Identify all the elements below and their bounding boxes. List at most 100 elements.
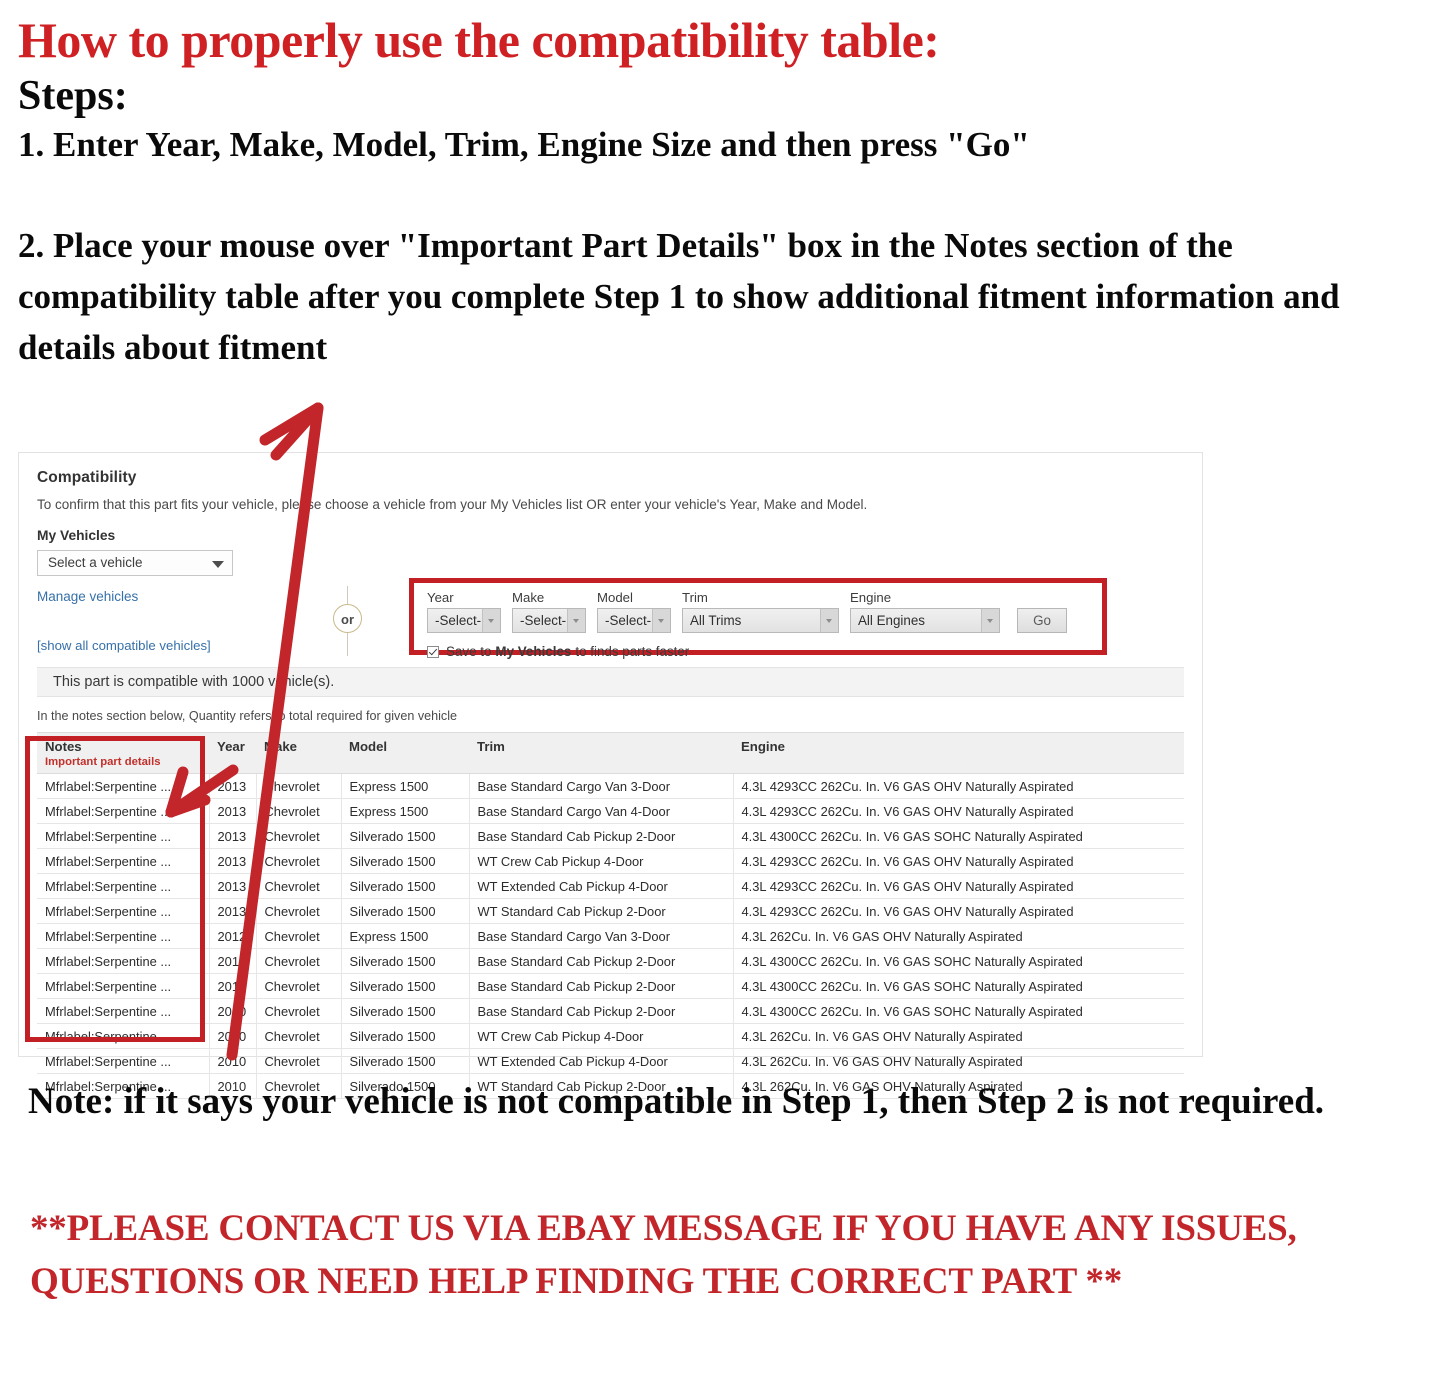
save-bold-label: My Vehicles [495,644,572,659]
cell-notes[interactable]: Mfrlabel:Serpentine ... [37,1023,210,1049]
cell-trim: WT Extended Cab Pickup 4-Door [469,873,734,899]
table-row: Mfrlabel:Serpentine ... 2012 Chevrolet Silv… [37,948,1184,974]
table-row: Mfrlabel:Serpentine ... 2010 Chevrolet Silv… [37,1048,1184,1074]
column-header-year[interactable]: Year [209,732,256,774]
save-to-my-vehicles-checkbox[interactable] [427,645,439,658]
cell-trim: Base Standard Cab Pickup 2-Door [469,973,734,999]
or-divider-label: or [333,604,362,633]
cell-make: Chevrolet [256,998,342,1024]
cell-model: Silverado 1500 [341,848,470,874]
cell-year: 2010 [209,998,257,1024]
cell-engine: 4.3L 4293CC 262Cu. In. V6 GAS OHV Natura… [733,898,1184,924]
go-button[interactable]: Go [1017,608,1067,633]
column-header-make[interactable]: Make [256,732,341,774]
important-part-details-label[interactable]: Important part details [45,756,201,768]
table-row: Mfrlabel:Serpentine ... 2011 Chevrolet Silv… [37,973,1184,999]
cell-trim: WT Standard Cab Pickup 2-Door [469,898,734,924]
engine-select[interactable]: All Engines [850,608,1000,633]
cell-year: 2010 [209,1048,257,1074]
engine-field: Engine All Engines [850,590,1000,633]
page-title: How to properly use the compatibility ta… [18,12,940,68]
cell-engine: 4.3L 4293CC 262Cu. In. V6 GAS OHV Natura… [733,798,1184,824]
chevron-down-icon [820,609,838,632]
year-select[interactable]: -Select- [427,608,501,633]
cell-notes[interactable]: Mfrlabel:Serpentine ... [37,1048,210,1074]
cell-make: Chevrolet [256,848,342,874]
cell-model: Express 1500 [341,798,470,824]
cell-model: Express 1500 [341,923,470,949]
cell-model: Silverado 1500 [341,998,470,1024]
manage-vehicles-link[interactable]: Manage vehicles [37,589,267,604]
year-label: Year [427,590,454,605]
cell-model: Silverado 1500 [341,823,470,849]
cell-notes[interactable]: Mfrlabel:Serpentine ... [37,848,210,874]
table-row: Mfrlabel:Serpentine ... 2010 Chevrolet Silv… [37,1023,1184,1049]
column-header-notes[interactable]: Notes Important part details [37,732,209,774]
footer-contact-message: **PLEASE CONTACT US VIA EBAY MESSAGE IF … [30,1208,1297,1302]
cell-notes[interactable]: Mfrlabel:Serpentine ... [37,823,210,849]
table-row: Mfrlabel:Serpentine ... 2012 Chevrolet Expr… [37,923,1184,949]
cell-notes[interactable]: Mfrlabel:Serpentine ... [37,923,210,949]
model-label: Model [597,590,633,605]
cell-notes[interactable]: Mfrlabel:Serpentine ... [37,798,210,824]
my-vehicles-select[interactable]: Select a vehicle [37,550,233,576]
cell-trim: WT Crew Cab Pickup 4-Door [469,848,734,874]
cell-engine: 4.3L 4293CC 262Cu. In. V6 GAS OHV Natura… [733,773,1184,799]
column-header-engine[interactable]: Engine [733,732,1184,774]
cell-notes[interactable]: Mfrlabel:Serpentine ... [37,973,210,999]
trim-select[interactable]: All Trims [682,608,839,633]
cell-model: Silverado 1500 [341,873,470,899]
steps-heading: Steps: [18,73,128,119]
table-header-row: Notes Important part details Year Make M… [37,732,1184,774]
engine-select-value: All Engines [858,613,925,628]
model-field: Model -Select- [597,590,671,633]
table-row: Mfrlabel:Serpentine ... 2013 Chevrolet Silv… [37,848,1184,874]
cell-model: Silverado 1500 [341,1023,470,1049]
trim-label: Trim [682,590,708,605]
step-one-text: 1. Enter Year, Make, Model, Trim, Engine… [18,125,1030,165]
table-row: Mfrlabel:Serpentine ... 2010 Chevrolet Silv… [37,998,1184,1024]
column-header-trim[interactable]: Trim [469,732,733,774]
save-suffix-label: to finds parts faster [575,644,690,659]
trim-select-value: All Trims [690,613,742,628]
cell-engine: 4.3L 4300CC 262Cu. In. V6 GAS SOHC Natur… [733,948,1184,974]
cell-model: Silverado 1500 [341,948,470,974]
cell-make: Chevrolet [256,973,342,999]
cell-make: Chevrolet [256,1023,342,1049]
cell-trim: Base Standard Cargo Van 4-Door [469,798,734,824]
cell-year: 2012 [209,948,257,974]
cell-model: Express 1500 [341,773,470,799]
cell-engine: 4.3L 4300CC 262Cu. In. V6 GAS SOHC Natur… [733,823,1184,849]
arrow-head-up-right [259,402,324,446]
cell-make: Chevrolet [256,923,342,949]
cell-notes[interactable]: Mfrlabel:Serpentine ... [37,773,210,799]
compatibility-subtitle: To confirm that this part fits your vehi… [37,497,868,512]
cell-make: Chevrolet [256,798,342,824]
make-select[interactable]: -Select- [512,608,586,633]
cell-notes[interactable]: Mfrlabel:Serpentine ... [37,998,210,1024]
model-select[interactable]: -Select- [597,608,671,633]
compatibility-table-body: Mfrlabel:Serpentine ... 2013 Chevrolet Expr… [37,773,1184,1099]
cell-make: Chevrolet [256,898,342,924]
column-header-model[interactable]: Model [341,732,469,774]
model-select-value: -Select- [605,613,652,628]
cell-trim: Base Standard Cargo Van 3-Door [469,773,734,799]
save-to-my-vehicles-row[interactable]: Save to My Vehicles to finds parts faste… [427,644,1107,659]
my-vehicles-select-value: Select a vehicle [48,555,143,570]
compatibility-panel: Compatibility To confirm that this part … [18,452,1203,1099]
chevron-down-icon [981,609,999,632]
cell-engine: 4.3L 262Cu. In. V6 GAS OHV Naturally Asp… [733,923,1184,949]
table-row: Mfrlabel:Serpentine ... 2013 Chevrolet Expr… [37,798,1184,824]
cell-year: 2011 [209,973,257,999]
cell-notes[interactable]: Mfrlabel:Serpentine ... [37,948,210,974]
cell-notes[interactable]: Mfrlabel:Serpentine ... [37,898,210,924]
compatibility-result-banner: This part is compatible with 1000 vehicl… [37,667,1184,697]
cell-make: Chevrolet [256,873,342,899]
cell-year: 2013 [209,773,257,799]
cell-notes[interactable]: Mfrlabel:Serpentine ... [37,873,210,899]
vehicle-selector-row: My Vehicles Select a vehicle Manage vehi… [37,528,1184,659]
column-header-notes-label: Notes [45,739,82,754]
cell-model: Silverado 1500 [341,973,470,999]
chevron-down-icon [652,609,670,632]
table-row: Mfrlabel:Serpentine ... 2013 Chevrolet Silv… [37,898,1184,924]
